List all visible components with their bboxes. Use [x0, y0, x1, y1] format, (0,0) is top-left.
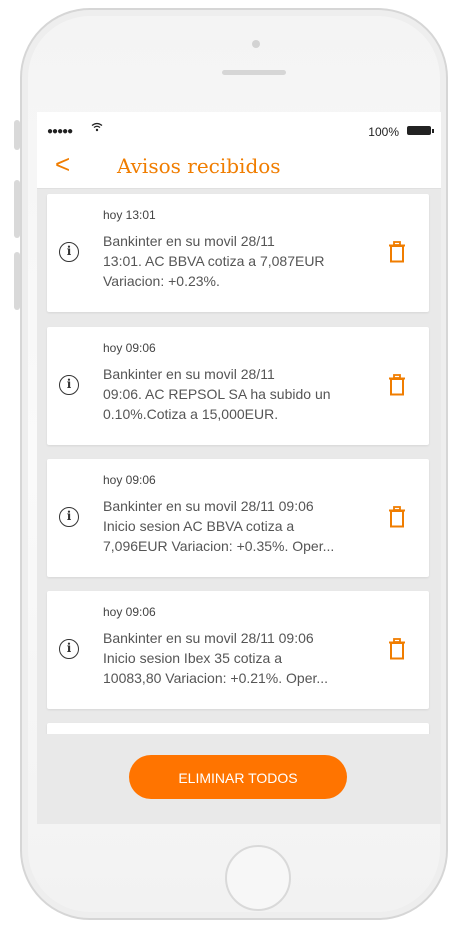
notification-time: hoy 09:06: [103, 605, 156, 619]
notification-card[interactable]: hoy 13:01 i Bankinter en su movil 28/11 …: [47, 194, 429, 312]
notification-card[interactable]: hoy 09:06 i Bankinter en su movil 28/11 …: [47, 327, 429, 445]
info-icon: i: [59, 639, 79, 659]
app-screen: ●●●●● 100% < Avisos recibidos hoy 13:01 …: [37, 112, 441, 824]
side-button-silent: [14, 120, 20, 150]
side-button-volume-down: [14, 252, 20, 310]
message-line: 10083,80 Variacion: +0.21%. Oper...: [103, 670, 329, 686]
wifi-icon: [91, 121, 103, 135]
message-line: Bankinter en su movil 28/11 09:06: [103, 630, 314, 646]
trash-icon[interactable]: [389, 241, 405, 263]
message-line: 0.10%.Cotiza a 15,000EUR.: [103, 406, 279, 422]
message-line: Bankinter en su movil 28/11 09:06: [103, 498, 314, 514]
notification-message: Bankinter en su movil 28/11 09:06 Inicio…: [103, 628, 378, 688]
side-button-volume-up: [14, 180, 20, 238]
info-icon: i: [59, 375, 79, 395]
notification-time: hoy 09:06: [103, 341, 156, 355]
trash-icon[interactable]: [389, 638, 405, 660]
bottom-action-bar: ELIMINAR TODOS: [37, 734, 441, 824]
message-line: 7,096EUR Variacion: +0.35%. Oper...: [103, 538, 335, 554]
info-icon: i: [59, 242, 79, 262]
back-chevron-icon[interactable]: <: [55, 151, 70, 177]
notification-message: Bankinter en su movil 28/11 13:01. AC BB…: [103, 231, 378, 291]
notification-card[interactable]: hoy 09:06 i Bankinter en su movil 28/11 …: [47, 591, 429, 709]
delete-all-button[interactable]: ELIMINAR TODOS: [129, 755, 347, 799]
message-line: 13:01. AC BBVA cotiza a 7,087EUR: [103, 253, 325, 269]
top-navbar: < Avisos recibidos: [37, 144, 441, 189]
notification-time: hoy 09:06: [103, 473, 156, 487]
message-line: Variacion: +0.23%.: [103, 273, 220, 289]
page-title: Avisos recibidos: [117, 154, 281, 178]
trash-icon[interactable]: [389, 506, 405, 528]
notification-message: Bankinter en su movil 28/11 09:06. AC RE…: [103, 364, 378, 424]
battery-icon: [407, 126, 434, 135]
message-line: Inicio sesion Ibex 35 cotiza a: [103, 650, 282, 666]
notification-card[interactable]: hoy 09:06 i Bankinter en su movil 28/11 …: [47, 459, 429, 577]
speaker: [222, 70, 286, 75]
trash-icon[interactable]: [389, 374, 405, 396]
message-line: Bankinter en su movil 28/11: [103, 366, 275, 382]
info-icon: i: [59, 507, 79, 527]
message-line: Inicio sesion AC BBVA cotiza a: [103, 518, 295, 534]
message-line: 09:06. AC REPSOL SA ha subido un: [103, 386, 331, 402]
battery-percent: 100%: [368, 125, 399, 139]
message-line: Bankinter en su movil 28/11: [103, 233, 275, 249]
home-button[interactable]: [225, 845, 291, 911]
notification-message: Bankinter en su movil 28/11 09:06 Inicio…: [103, 496, 378, 556]
notification-time: hoy 13:01: [103, 208, 156, 222]
status-bar: ●●●●● 100%: [37, 112, 441, 144]
signal-icon: ●●●●●: [47, 126, 73, 137]
camera: [252, 40, 260, 48]
